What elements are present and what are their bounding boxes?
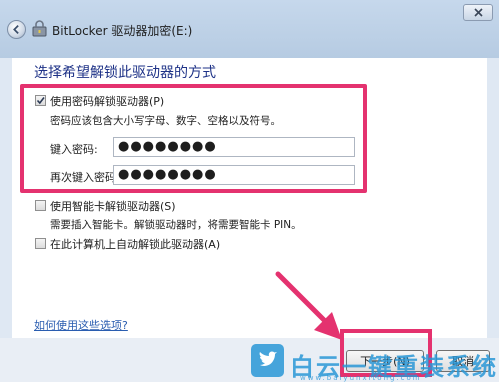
- twitter-bird-icon: [251, 344, 284, 377]
- bitlocker-drive-icon: [32, 20, 47, 37]
- page-heading: 选择希望解锁此驱动器的方式: [34, 65, 216, 81]
- password-highlight-box: [20, 84, 367, 193]
- back-arrow-icon: [13, 25, 19, 34]
- close-button[interactable]: [463, 4, 493, 21]
- auto-unlock-option-label[interactable]: 在此计算机上自动解锁此驱动器(A): [50, 236, 220, 252]
- pointer-arrow-icon: [275, 271, 342, 340]
- auto-unlock-checkbox[interactable]: [35, 238, 46, 249]
- window-title: BitLocker 驱动器加密(E:): [52, 24, 193, 38]
- smartcard-option-label[interactable]: 使用智能卡解锁驱动器(S): [50, 198, 176, 214]
- help-link[interactable]: 如何使用这些选项?: [34, 317, 128, 333]
- smartcard-note: 需要插入智能卡。解锁驱动器时，将需要智能卡 PIN。: [50, 219, 302, 231]
- watermark-url: www.baiyunxitong.com: [300, 374, 422, 382]
- smartcard-checkbox[interactable]: [35, 200, 46, 211]
- back-button[interactable]: [7, 20, 26, 39]
- close-icon: [473, 8, 483, 17]
